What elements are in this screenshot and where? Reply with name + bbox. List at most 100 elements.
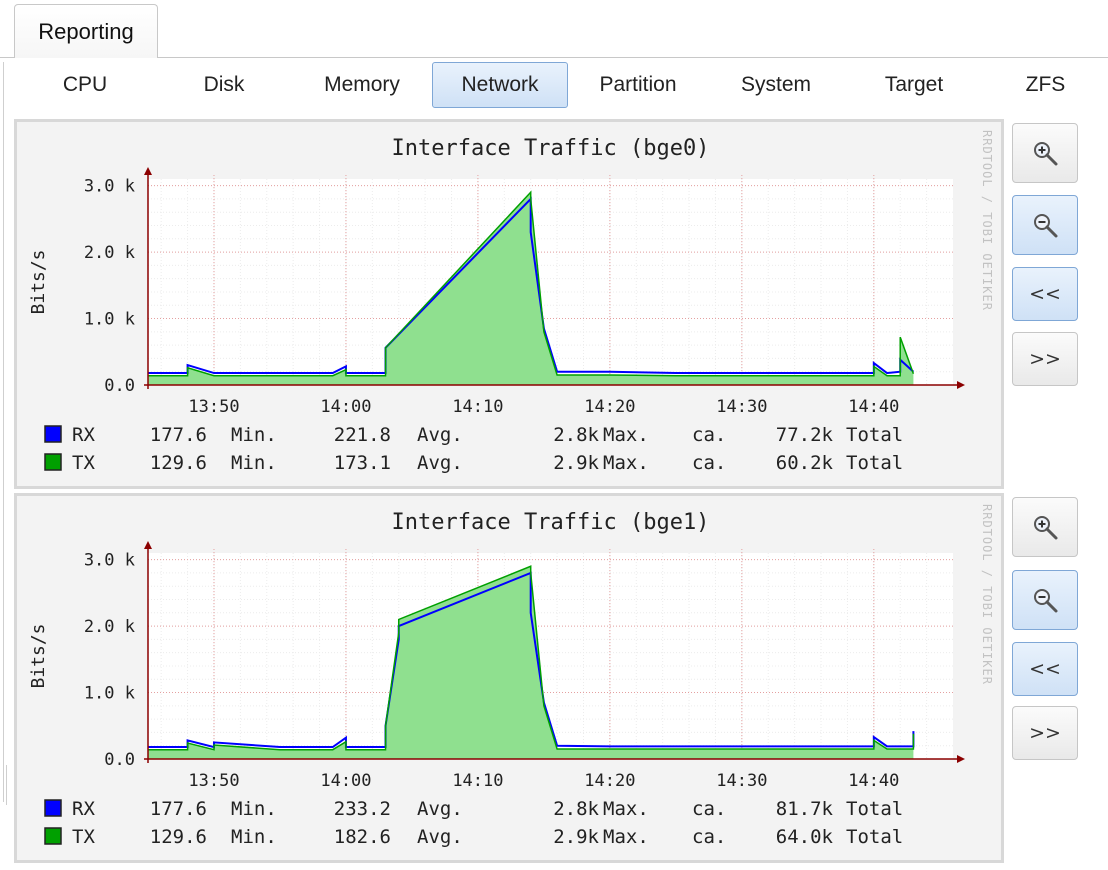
x-tick-label: 14:20 xyxy=(584,771,635,791)
back-button-bge1[interactable]: << xyxy=(1012,642,1078,696)
legend-avg-label: Avg. xyxy=(417,826,463,848)
x-tick-label: 13:50 xyxy=(188,397,239,417)
x-tick-label: 14:30 xyxy=(716,771,767,791)
legend-max-value: 2.8k xyxy=(553,798,599,820)
legend-min-value: 177.6 xyxy=(150,798,207,820)
subtab-cpu-label: CPU xyxy=(62,73,108,96)
x-tick-label: 14:30 xyxy=(716,397,767,417)
legend-series-name: TX xyxy=(72,452,95,474)
y-tick-label: 3.0 k xyxy=(84,551,135,571)
legend-max-value: 2.8k xyxy=(553,424,599,446)
legend-max-value: 2.9k xyxy=(553,452,599,474)
zoom-in-button-bge0[interactable] xyxy=(1012,123,1078,183)
zoom-out-button-bge0[interactable] xyxy=(1012,195,1078,255)
subtab-system[interactable]: System xyxy=(707,62,845,108)
y-tick-label: 0.0 xyxy=(104,750,135,770)
y-axis-label: Bits/s xyxy=(28,623,49,688)
legend-swatch xyxy=(44,827,62,845)
legend-avg-value: 221.8 xyxy=(334,424,391,446)
x-tick-label: 13:50 xyxy=(188,771,239,791)
forward-button-bge0[interactable]: >> xyxy=(1012,332,1078,386)
zoom-in-icon xyxy=(1034,516,1058,540)
left-border-lower xyxy=(6,765,7,805)
legend-max-label: Max. xyxy=(603,452,649,474)
subtab-zfs[interactable]: ZFS xyxy=(983,62,1108,108)
subtab-disk-label: Disk xyxy=(203,73,245,96)
tab-reporting-label: Reporting xyxy=(38,18,134,44)
legend-swatch xyxy=(44,799,62,817)
legend-min-label: Min. xyxy=(231,424,277,446)
x-tick-label: 14:40 xyxy=(848,771,899,791)
subtab-disk[interactable]: Disk xyxy=(155,62,293,108)
zoom-out-icon xyxy=(1034,589,1058,613)
legend-swatch xyxy=(44,453,62,471)
legend-max-label: Max. xyxy=(603,798,649,820)
y-axis-arrow xyxy=(144,541,152,549)
chart-title: Interface Traffic (bge1) xyxy=(392,510,710,535)
legend-max-value: 2.9k xyxy=(553,826,599,848)
legend-series-name: RX xyxy=(72,424,95,446)
chart-title: Interface Traffic (bge0) xyxy=(392,136,710,161)
legend-total-label: Total xyxy=(846,826,903,848)
legend-total-value: 64.0k xyxy=(776,826,834,848)
legend-total-label: Total xyxy=(846,424,903,446)
graph-panel-bge0: Interface Traffic (bge0) Bits/s RRDTOOL / … xyxy=(14,119,1004,489)
legend-min-value: 129.6 xyxy=(150,826,207,848)
forward-label: >> xyxy=(1029,722,1061,744)
legend-max-label: Max. xyxy=(603,424,649,446)
legend-avg-value: 233.2 xyxy=(334,798,391,820)
subtab-cpu[interactable]: CPU xyxy=(16,62,154,108)
legend-ca-label: ca. xyxy=(692,452,726,474)
subtab-partition[interactable]: Partition xyxy=(569,62,707,108)
legend-avg-label: Avg. xyxy=(417,424,463,446)
tabstrip-divider xyxy=(0,57,1108,58)
y-axis-arrow xyxy=(144,167,152,175)
legend-total-value: 81.7k xyxy=(776,798,834,820)
legend-min-value: 129.6 xyxy=(150,452,207,474)
graph-bge0-svg: Interface Traffic (bge0) Bits/s RRDTOOL / … xyxy=(28,130,994,474)
forward-button-bge1[interactable]: >> xyxy=(1012,706,1078,760)
x-tick-label: 14:40 xyxy=(848,397,899,417)
legend-total-value: 77.2k xyxy=(776,424,834,446)
subtab-system-label: System xyxy=(740,73,811,96)
legend-total-value: 60.2k xyxy=(776,452,834,474)
x-tick-label: 14:10 xyxy=(452,771,503,791)
legend-total-label: Total xyxy=(846,798,903,820)
legend-min-label: Min. xyxy=(231,798,277,820)
legend-avg-value: 173.1 xyxy=(334,452,391,474)
back-button-bge0[interactable]: << xyxy=(1012,267,1078,321)
zoom-in-icon xyxy=(1034,142,1058,166)
zoom-in-button-bge1[interactable] xyxy=(1012,497,1078,557)
tab-reporting[interactable]: Reporting xyxy=(14,4,158,58)
subtab-memory[interactable]: Memory xyxy=(293,62,431,108)
legend-series-name: RX xyxy=(72,798,95,820)
watermark-text: RRDTOOL / TOBI OETIKER xyxy=(980,504,994,685)
x-axis-arrow xyxy=(957,381,965,389)
x-tick-label: 14:20 xyxy=(584,397,635,417)
subtab-network[interactable]: Network xyxy=(432,62,568,108)
y-tick-label: 0.0 xyxy=(104,376,135,396)
y-tick-label: 2.0 k xyxy=(84,617,135,637)
legend-series-name: TX xyxy=(72,826,95,848)
x-tick-label: 14:00 xyxy=(320,771,371,791)
zoom-out-button-bge1[interactable] xyxy=(1012,570,1078,630)
legend-max-label: Max. xyxy=(603,826,649,848)
y-tick-label: 3.0 k xyxy=(84,177,135,197)
legend-min-label: Min. xyxy=(231,826,277,848)
subtab-zfs-label: ZFS xyxy=(1025,73,1066,96)
subtab-partition-label: Partition xyxy=(599,73,677,96)
legend-avg-value: 182.6 xyxy=(334,826,391,848)
subtab-network-label: Network xyxy=(461,73,539,96)
x-tick-label: 14:00 xyxy=(320,397,371,417)
back-label: << xyxy=(1029,283,1061,305)
x-axis-arrow xyxy=(957,755,965,763)
legend-min-label: Min. xyxy=(231,452,277,474)
legend-min-value: 177.6 xyxy=(150,424,207,446)
legend-total-label: Total xyxy=(846,452,903,474)
graph-panel-bge1: Interface Traffic (bge1) Bits/s RRDTOOL / … xyxy=(14,493,1004,863)
legend-ca-label: ca. xyxy=(692,424,726,446)
subtab-target[interactable]: Target xyxy=(845,62,983,108)
reporting-subtabs: CPU Disk Memory Network Partition System… xyxy=(16,62,1108,108)
legend-ca-label: ca. xyxy=(692,826,726,848)
x-tick-label: 14:10 xyxy=(452,397,503,417)
